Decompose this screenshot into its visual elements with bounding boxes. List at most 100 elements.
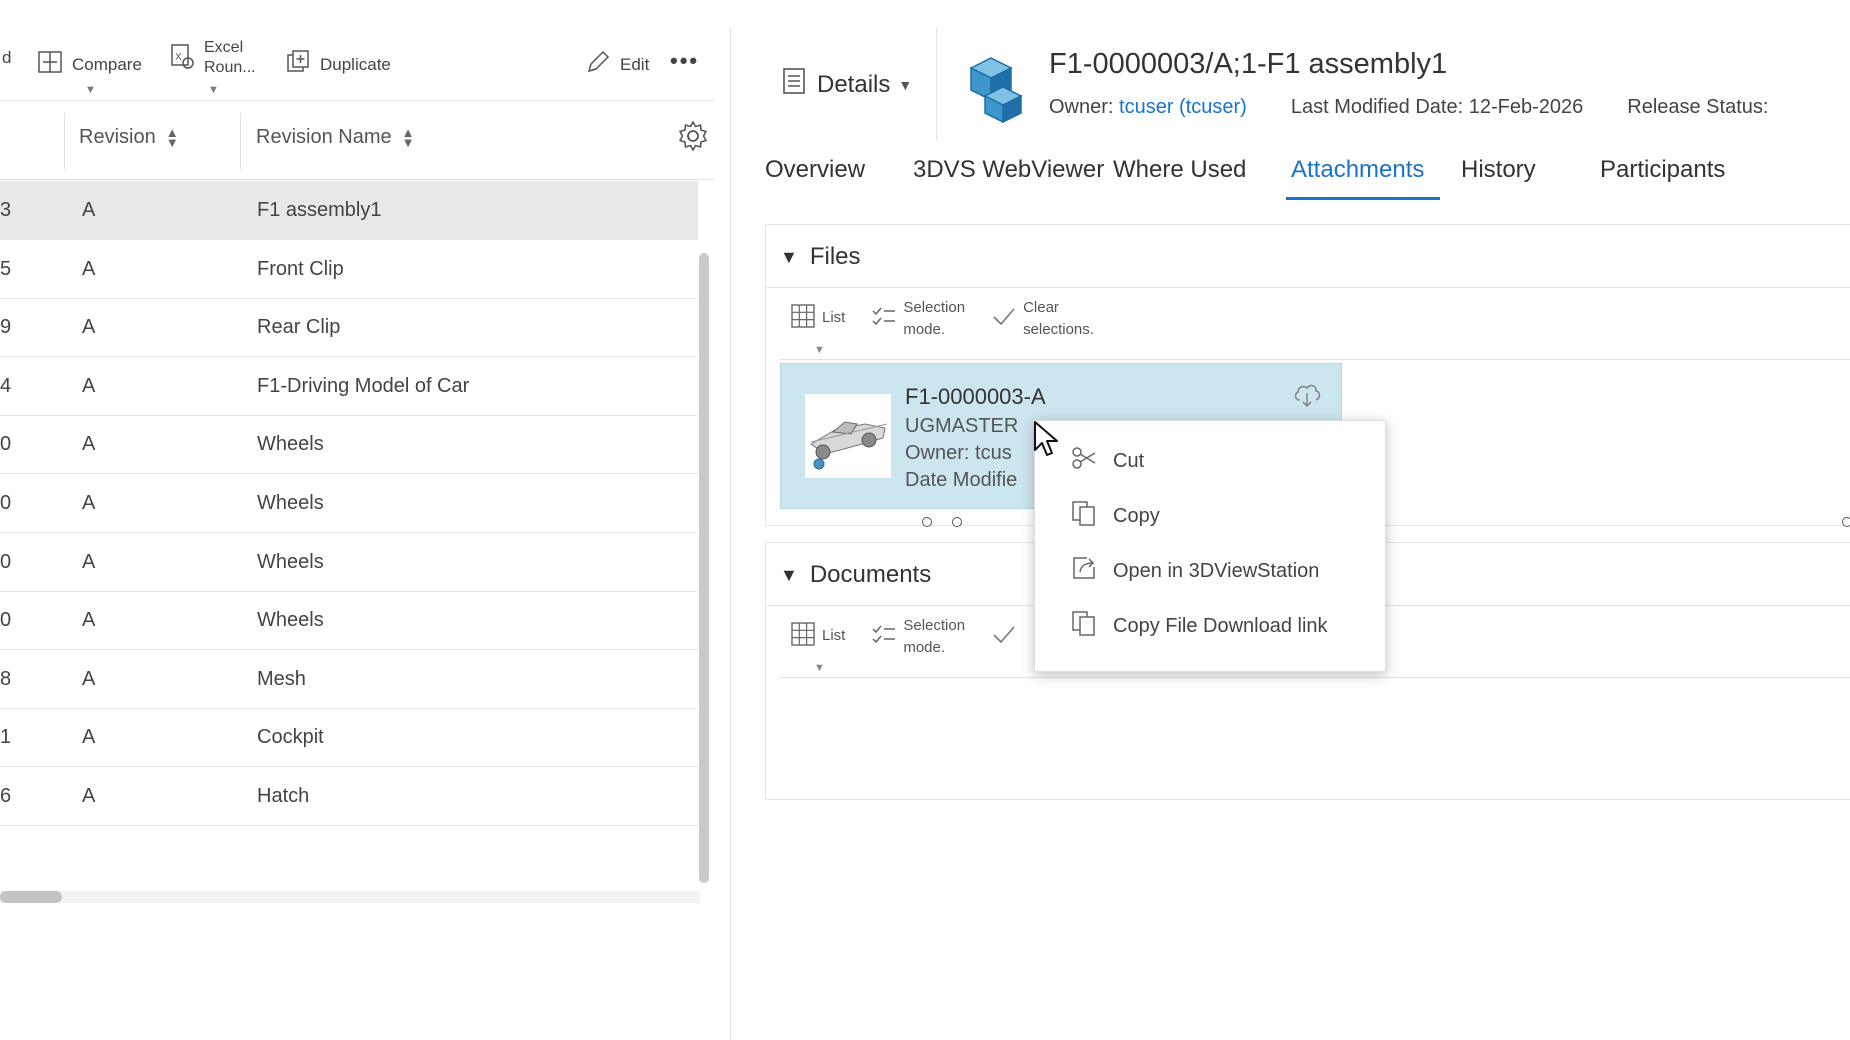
- selection-mode-button[interactable]: Selection mode.: [871, 297, 965, 341]
- selection-label-2: mode.: [903, 639, 946, 656]
- object-title: F1-0000003/A;1-F1 assembly1: [1049, 48, 1448, 80]
- table-row[interactable]: 9 A Rear Clip: [0, 298, 698, 358]
- table-row[interactable]: 0 A Wheels: [0, 591, 698, 651]
- menu-item-open-3dviewstation[interactable]: Open in 3DViewStation: [1069, 553, 1319, 589]
- collapse-triangle-icon[interactable]: ▼: [780, 565, 798, 586]
- tab-3dvs-webviewer[interactable]: 3DVS WebViewer: [913, 156, 1104, 184]
- toolbar-partial-label: d: [2, 48, 12, 67]
- details-dropdown[interactable]: Details ▼: [779, 66, 912, 103]
- menu-item-cut[interactable]: Cut: [1069, 443, 1144, 479]
- excel-roundtrip-button[interactable]: X Excel Roun...: [168, 38, 256, 78]
- owner-label: Owner:: [1049, 96, 1114, 118]
- list-caret-icon[interactable]: ▼: [814, 657, 825, 679]
- menu-item-copy-download-link[interactable]: Copy File Download link: [1069, 608, 1328, 644]
- mouse-pointer-icon: [1034, 421, 1058, 456]
- owner-field: Owner: tcuser (tcuser): [1049, 96, 1247, 119]
- grid-view-icon: [790, 297, 816, 336]
- cell-revision-name: Rear Clip: [257, 316, 341, 339]
- pencil-icon: [584, 48, 612, 81]
- svg-text:X: X: [175, 52, 182, 63]
- menu-item-copy-download-link-label: Copy File Download link: [1113, 614, 1328, 637]
- files-section-header[interactable]: ▼ Files: [780, 243, 861, 271]
- owner-link[interactable]: tcuser (tcuser): [1119, 96, 1247, 118]
- documents-section-header[interactable]: ▼ Documents: [780, 561, 931, 589]
- cell-revision-name: Front Clip: [257, 257, 344, 280]
- sort-icon[interactable]: ▲ ▼: [166, 126, 179, 149]
- selection-mode-button[interactable]: Selection mode.: [871, 615, 965, 659]
- cell-id: 1: [0, 726, 12, 749]
- cell-id: 9: [0, 316, 12, 339]
- table-row[interactable]: 0 A Wheels: [0, 415, 698, 475]
- file-date-modified: Date Modifie: [905, 469, 1018, 491]
- tab-attachments[interactable]: Attachments: [1291, 156, 1424, 184]
- sort-icon[interactable]: ▲ ▼: [402, 126, 415, 149]
- resize-handle[interactable]: [922, 517, 932, 527]
- compare-icon: [36, 48, 64, 81]
- last-modified-date: Last Modified Date: 12-Feb-2026: [1290, 96, 1584, 118]
- active-tab-indicator: [1286, 197, 1440, 200]
- clear-selections-button[interactable]: Clear selections.: [991, 297, 1094, 341]
- duplicate-icon: [284, 48, 312, 81]
- cell-id: 0: [0, 550, 12, 573]
- tab-participants[interactable]: Participants: [1600, 156, 1725, 184]
- clear-selections-button[interactable]: [991, 615, 1017, 654]
- selection-label-1: Selection: [903, 299, 966, 316]
- compare-button[interactable]: Compare: [36, 48, 142, 81]
- file-owner: Owner: tcus: [905, 442, 1012, 464]
- revisions-grid: Revision ▲ ▼ Revision Name ▲ ▼ 3 A F1 assemb…: [0, 100, 715, 903]
- excel-label-line2: Roun...: [204, 59, 256, 76]
- horizontal-scroll-track[interactable]: [0, 891, 700, 903]
- cell-revision-name: Mesh: [257, 667, 306, 690]
- menu-item-open-3dviewstation-label: Open in 3DViewStation: [1113, 559, 1320, 582]
- collapse-triangle-icon[interactable]: ▼: [780, 247, 798, 268]
- vertical-scrollbar[interactable]: [699, 253, 709, 883]
- table-row[interactable]: 5 A Front Clip: [0, 240, 698, 299]
- tab-where-used[interactable]: Where Used: [1113, 156, 1246, 184]
- gear-icon[interactable]: [676, 119, 710, 153]
- clear-label-1: Clear: [1023, 299, 1059, 316]
- tab-history[interactable]: History: [1461, 156, 1536, 184]
- edit-button[interactable]: Edit: [584, 48, 649, 81]
- selection-label-1: Selection: [903, 617, 966, 634]
- more-actions-button[interactable]: •••: [670, 48, 699, 74]
- file-name[interactable]: F1-0000003-A: [905, 384, 1046, 410]
- table-row[interactable]: 0 A Wheels: [0, 474, 698, 533]
- duplicate-button[interactable]: Duplicate: [284, 48, 391, 81]
- table-row[interactable]: 0 A Wheels: [0, 533, 698, 592]
- cell-id: 0: [0, 609, 12, 632]
- table-row[interactable]: 8 A Mesh: [0, 650, 698, 709]
- copy-icon: [1069, 498, 1099, 534]
- grid-header: Revision ▲ ▼ Revision Name ▲ ▼: [0, 101, 715, 180]
- excel-caret-icon[interactable]: ▼: [208, 84, 219, 96]
- table-row[interactable]: 3 A F1 assembly1: [0, 181, 698, 240]
- table-row[interactable]: 1 A Cockpit: [0, 708, 698, 768]
- column-separator[interactable]: [240, 113, 241, 169]
- excel-icon: X: [168, 42, 196, 75]
- tab-overview[interactable]: Overview: [765, 156, 865, 184]
- compare-caret-icon[interactable]: ▼: [85, 84, 96, 96]
- compare-label: Compare: [72, 54, 142, 74]
- cloud-download-icon[interactable]: [1292, 382, 1322, 408]
- list-caret-icon[interactable]: ▼: [814, 339, 825, 361]
- car-model-thumbnail-icon: [810, 421, 888, 470]
- list-view-button[interactable]: List ▼: [790, 615, 845, 674]
- list-view-button[interactable]: List ▼: [790, 297, 845, 356]
- column-header-revision-name[interactable]: Revision Name ▲ ▼: [256, 126, 414, 149]
- checkmark-icon: [991, 615, 1017, 654]
- cell-revision: A: [82, 550, 96, 573]
- column-separator[interactable]: [64, 113, 65, 169]
- cell-revision: A: [82, 199, 96, 221]
- menu-item-copy[interactable]: Copy: [1069, 498, 1160, 534]
- table-row[interactable]: 4 A F1-Driving Model of Car: [0, 357, 698, 416]
- duplicate-label: Duplicate: [320, 54, 391, 74]
- horizontal-scrollbar[interactable]: [0, 891, 62, 903]
- table-row[interactable]: 6 A Hatch: [0, 767, 698, 826]
- column-header-revision[interactable]: Revision ▲ ▼: [79, 126, 179, 149]
- cell-revision-name: F1 assembly1: [257, 199, 382, 221]
- resize-handle[interactable]: [1842, 517, 1850, 527]
- cell-revision: A: [82, 316, 96, 339]
- resize-handle[interactable]: [952, 517, 962, 527]
- cell-id: 3: [0, 199, 12, 221]
- toolbar-partial-item[interactable]: d: [2, 48, 11, 68]
- files-title: Files: [809, 243, 861, 270]
